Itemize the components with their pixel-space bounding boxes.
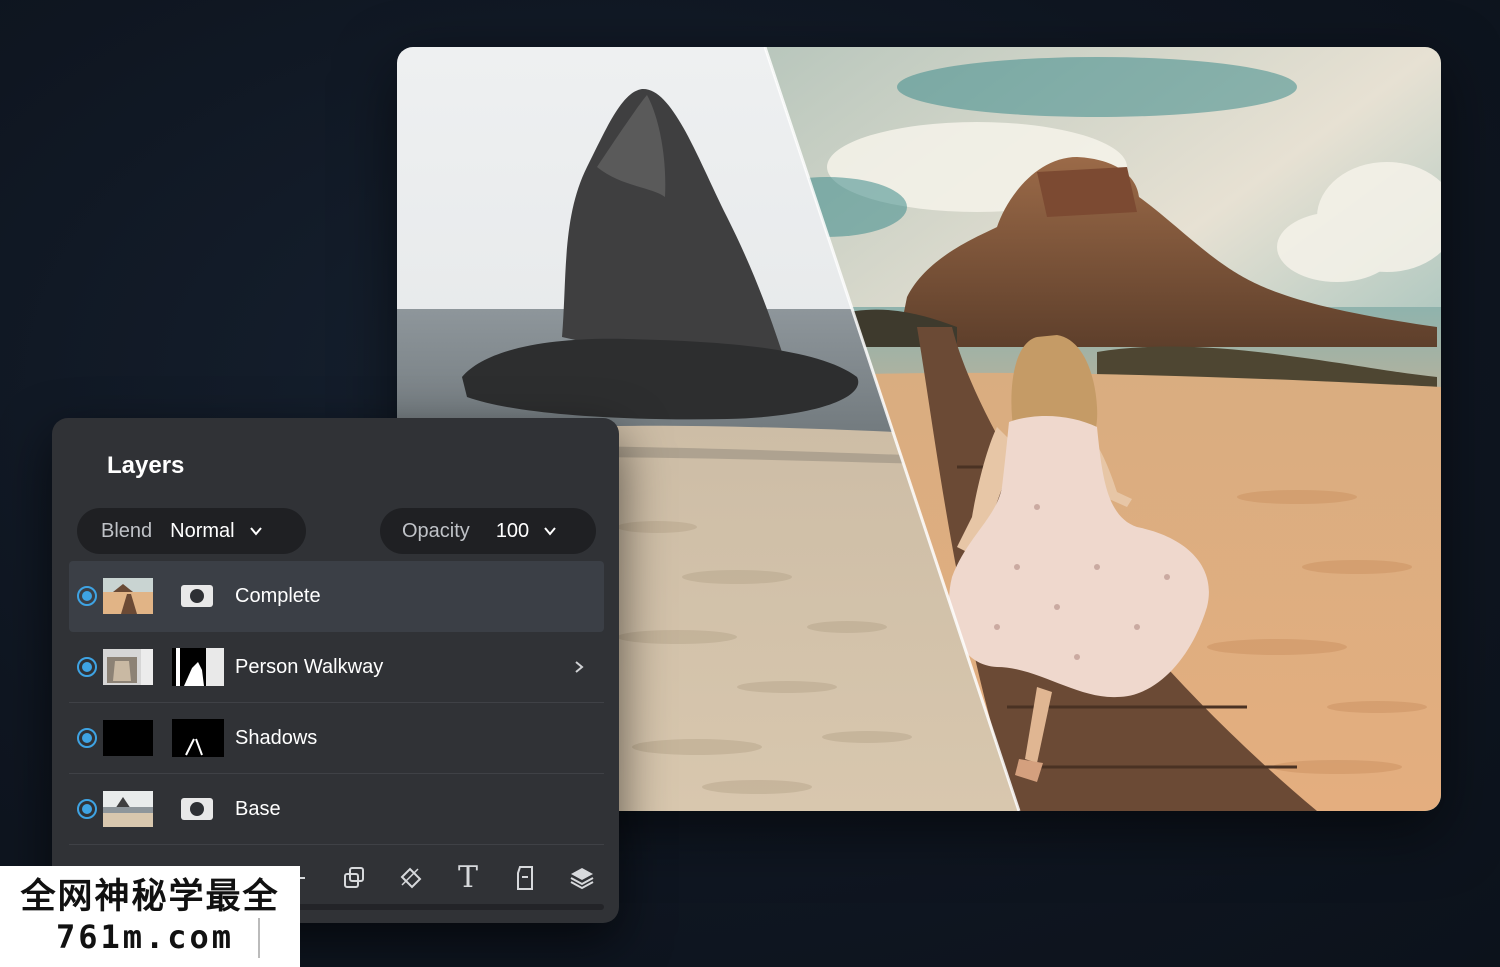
visibility-toggle-icon[interactable]	[77, 657, 97, 677]
layer-list: Complete Person Walkway Shadows Base	[69, 561, 604, 845]
chevron-right-icon[interactable]	[572, 660, 586, 674]
layer-name: Complete	[235, 584, 321, 607]
watermark: 全网神秘学最全 761m.com	[0, 866, 300, 967]
chevron-down-icon	[544, 527, 556, 536]
opacity-label: Opacity	[402, 519, 470, 542]
watermark-line2: 761m.com	[55, 918, 235, 956]
fill-icon[interactable]	[396, 863, 426, 893]
layers-panel: Layers Blend Normal Opacity 100 Complete…	[52, 418, 619, 923]
blend-label: Blend	[101, 519, 153, 542]
layer-name: Person Walkway	[235, 655, 384, 678]
visibility-toggle-icon[interactable]	[77, 586, 97, 606]
layer-mask-icon	[181, 585, 213, 607]
layer-mask-thumbnail	[172, 648, 224, 686]
layer-thumbnail	[103, 720, 153, 756]
layers-toolbar: T	[282, 858, 619, 898]
app-stage: Layers Blend Normal Opacity 100 Complete…	[0, 0, 1500, 967]
layer-name: Base	[235, 797, 281, 820]
chevron-down-icon	[249, 527, 262, 536]
layer-mask-thumbnail	[172, 719, 224, 757]
duplicate-icon[interactable]	[339, 863, 369, 893]
new-file-icon[interactable]	[510, 863, 540, 893]
layer-thumbnail	[103, 578, 153, 614]
layer-thumbnail	[103, 791, 153, 827]
layer-row-person-walkway[interactable]: Person Walkway	[69, 632, 604, 703]
panel-scrollbar[interactable]	[282, 904, 604, 910]
opacity-value: 100	[495, 519, 530, 542]
opacity-dropdown[interactable]: Opacity 100	[380, 508, 596, 554]
visibility-toggle-icon[interactable]	[77, 728, 97, 748]
layer-thumbnail	[103, 649, 153, 685]
layers-icon[interactable]	[567, 863, 597, 893]
watermark-divider	[258, 918, 260, 958]
panel-title: Layers	[107, 452, 185, 479]
layer-row-complete[interactable]: Complete	[69, 561, 604, 632]
layer-name: Shadows	[235, 726, 318, 749]
layer-mask-icon	[181, 798, 213, 820]
blend-mode-dropdown[interactable]: Blend Normal	[77, 508, 306, 554]
blend-value: Normal	[170, 519, 235, 542]
layer-row-base[interactable]: Base	[69, 774, 604, 845]
layer-row-shadows[interactable]: Shadows	[69, 703, 604, 774]
visibility-toggle-icon[interactable]	[77, 799, 97, 819]
text-icon[interactable]: T	[453, 863, 483, 893]
watermark-line1: 全网神秘学最全	[20, 877, 280, 917]
